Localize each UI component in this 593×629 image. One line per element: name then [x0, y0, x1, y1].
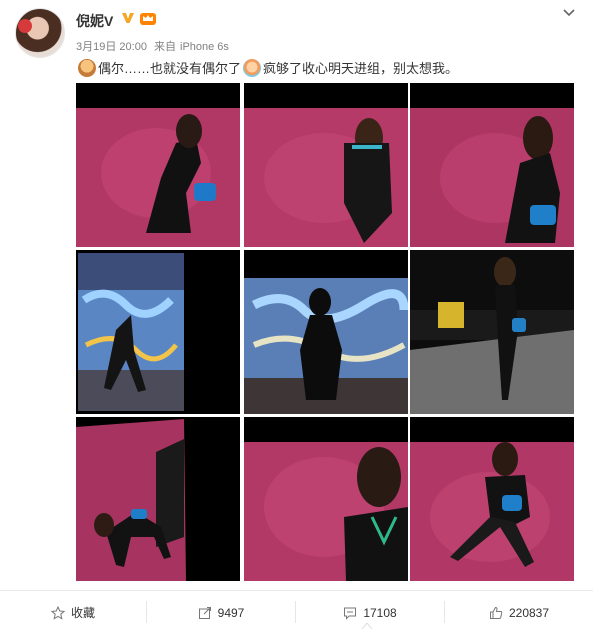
repost-count: 9497 [217, 605, 245, 620]
comment-count: 17108 [363, 605, 397, 620]
photo-1[interactable] [76, 83, 240, 247]
photo-8[interactable] [244, 417, 408, 581]
like-button[interactable]: 220837 [445, 596, 593, 629]
source-prefix: 来自 [154, 41, 176, 53]
post-date[interactable]: 3月19日 20:00 [76, 41, 147, 53]
repost-button[interactable]: 9497 [147, 596, 295, 629]
post-text-part2: 疯够了收心明天进组，别太想我。 [263, 61, 459, 76]
like-count: 220837 [508, 605, 550, 620]
photo-6[interactable] [410, 250, 574, 414]
star-icon [50, 605, 65, 620]
action-bar: 收藏 9497 17108 220837 [0, 596, 593, 629]
post-text-part1: 偶尔……也就没有偶尔了 [98, 61, 242, 76]
chevron-down-icon[interactable] [562, 6, 576, 20]
favorite-button[interactable]: 收藏 [0, 596, 146, 629]
post-text: 偶尔……也就没有偶尔了 疯够了收心明天进组，别太想我。 [76, 58, 458, 77]
favorite-label: 收藏 [70, 606, 95, 620]
photo-7[interactable] [76, 417, 240, 581]
emoji-icon [243, 58, 262, 77]
comment-icon [344, 607, 357, 620]
action-divider [0, 590, 593, 591]
username[interactable]: 倪妮V [76, 11, 113, 31]
post-meta: 3月19日 20:00 来自 iPhone 6s [76, 38, 233, 54]
photo-3[interactable] [410, 83, 574, 247]
member-crown-icon[interactable] [139, 10, 157, 26]
photo-4[interactable] [76, 250, 240, 414]
comment-caret-icon [362, 623, 372, 629]
photo-2[interactable] [244, 83, 408, 247]
post-source[interactable]: iPhone 6s [180, 41, 229, 53]
weibo-post: 倪妮V 3月19日 20:00 来自 iPhone 6s 偶尔……也就没有偶尔了 … [0, 0, 593, 629]
verified-v-icon [122, 13, 134, 23]
thumbs-up-icon [489, 606, 503, 619]
repost-icon [198, 606, 211, 619]
photo-grid [76, 83, 576, 582]
avatar[interactable] [15, 8, 65, 58]
emoji-icon [78, 58, 96, 77]
avatar-flower [18, 19, 32, 33]
photo-5[interactable] [244, 250, 408, 414]
photo-9[interactable] [410, 417, 574, 581]
